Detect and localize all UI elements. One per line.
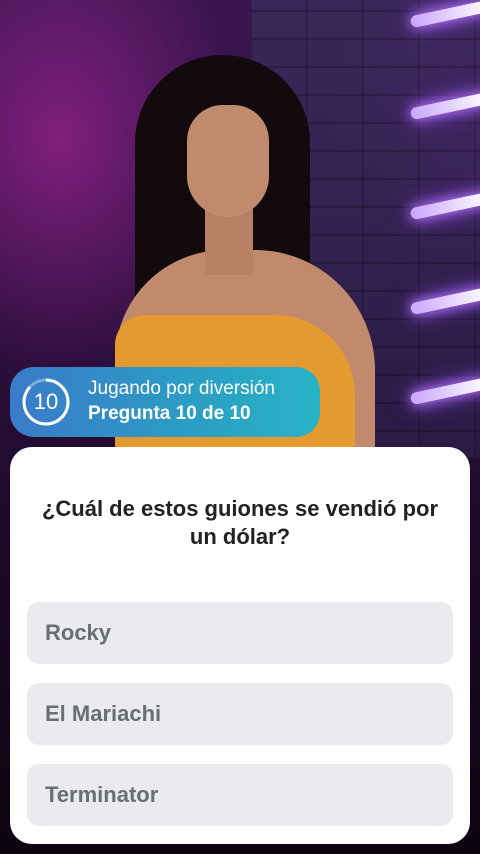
timer-value: 10 (33, 389, 59, 414)
question-text: ¿Cuál de estos guiones se vendió por un … (41, 496, 439, 549)
question-progress: Pregunta 10 de 10 (88, 403, 251, 424)
answer-option-rocky[interactable]: Rocky (27, 602, 453, 664)
countdown-timer: 10 (20, 376, 72, 428)
question-card: ¿Cuál de estos guiones se vendió por un … (10, 447, 470, 844)
mode-label: Jugando por diversión (88, 378, 275, 399)
presenter-face (187, 105, 269, 217)
game-status-pill: 10 Jugando por diversión Pregunta 10 de … (10, 367, 320, 437)
status-text: Jugando por diversión Pregunta 10 de 10 (88, 377, 275, 427)
answer-option-terminator[interactable]: Terminator (27, 764, 453, 826)
answer-option-el-mariachi[interactable]: El Mariachi (27, 683, 453, 745)
